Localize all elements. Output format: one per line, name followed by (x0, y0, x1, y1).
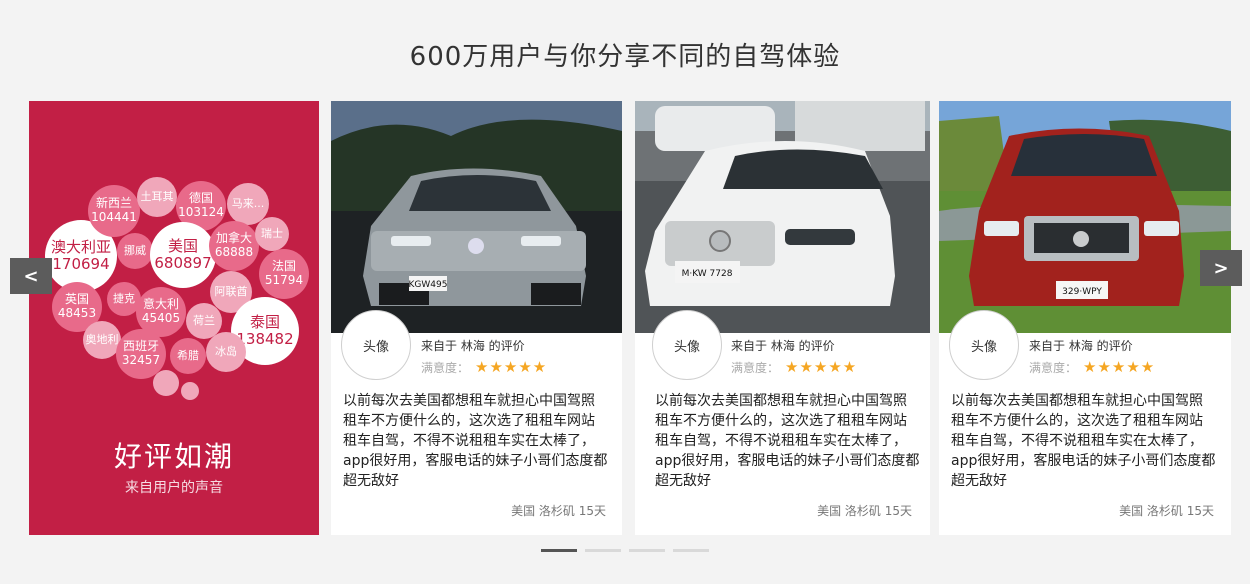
bubble-small-1 (153, 370, 179, 396)
review-card[interactable]: KGW495 头像 来自于 林海 的评价 满意度： ★★★★★ 以前每次去美国都… (331, 101, 622, 535)
pagination-dot[interactable] (629, 549, 665, 552)
star-icon: ★★★★★ (785, 358, 858, 376)
bubble-newzealand[interactable]: 新西兰 104441 (88, 185, 140, 237)
star-icon: ★★★★★ (1083, 358, 1156, 376)
pagination-dot[interactable] (673, 549, 709, 552)
bubble-canada[interactable]: 加拿大 68888 (209, 221, 259, 271)
car-photo: KGW495 (331, 101, 622, 333)
carousel-prev-button[interactable]: < (10, 258, 52, 294)
promo-panel: 澳大利亚 170694 新西兰 104441 土耳其 德国 103124 马来... … (29, 101, 319, 535)
avatar[interactable]: 头像 (949, 310, 1019, 380)
car-photo: M·KW 7728 (635, 101, 930, 333)
promo-subtitle: 来自用户的声音 (125, 480, 223, 496)
bubble-small-2 (181, 382, 199, 400)
review-text: 以前每次去美国都想租车就担心中国驾照 租车不方便什么的，这次选了租租车网站 租车… (343, 393, 608, 489)
review-text: 以前每次去美国都想租车就担心中国驾照 租车不方便什么的，这次选了租租车网站 租车… (951, 393, 1216, 489)
review-location: 美国 洛杉矶 15天 (817, 504, 912, 518)
rating-row: 满意度： ★★★★★ (421, 358, 547, 376)
review-card[interactable]: M·KW 7728 头像 来自于 林海 的评价 满意度： ★★★★★ 以前每次去… (635, 101, 930, 535)
review-card[interactable]: 329·WPY 头像 来自于 林海 的评价 满意度： ★★★★★ 以前每次去美国… (939, 101, 1231, 535)
rating-row: 满意度： ★★★★★ (1029, 358, 1155, 376)
chevron-left-icon: < (23, 265, 39, 287)
promo-title: 好评如潮 (113, 440, 234, 473)
bubble-turkey[interactable]: 土耳其 (137, 177, 177, 217)
rating-label: 满意度： (1029, 360, 1078, 375)
bubble-switzerland[interactable]: 瑞士 (255, 217, 289, 251)
car-photo: 329·WPY (939, 101, 1231, 333)
review-location: 美国 洛杉矶 15天 (1119, 504, 1214, 518)
review-author: 来自于 林海 的评价 (731, 339, 835, 353)
carousel-pagination (541, 549, 709, 552)
carousel-next-button[interactable]: > (1200, 250, 1242, 286)
rating-label: 满意度： (731, 360, 780, 375)
star-icon: ★★★★★ (475, 358, 548, 376)
avatar[interactable]: 头像 (341, 310, 411, 380)
rating-row: 满意度： ★★★★★ (731, 358, 857, 376)
review-location: 美国 洛杉矶 15天 (511, 504, 606, 518)
review-author: 来自于 林海 的评价 (1029, 339, 1133, 353)
rating-label: 满意度： (421, 360, 470, 375)
bubble-greece[interactable]: 希腊 (170, 338, 206, 374)
bubble-usa[interactable]: 美国 680897 (150, 222, 216, 288)
bubble-norway[interactable]: 挪威 (117, 233, 153, 269)
license-plate: KGW495 (409, 280, 448, 290)
review-author: 来自于 林海 的评价 (421, 339, 525, 353)
bubble-france[interactable]: 法国 51794 (259, 249, 309, 299)
chevron-right-icon: > (1213, 257, 1229, 279)
avatar[interactable]: 头像 (652, 310, 722, 380)
bubble-iceland[interactable]: 冰岛 (206, 332, 246, 372)
pagination-dot[interactable] (541, 549, 577, 552)
section-title: 600万用户与你分享不同的自驾体验 (409, 42, 841, 72)
license-plate: M·KW 7728 (682, 269, 733, 279)
review-text: 以前每次去美国都想租车就担心中国驾照 租车不方便什么的，这次选了租租车网站 租车… (655, 393, 920, 489)
pagination-dot[interactable] (585, 549, 621, 552)
license-plate: 329·WPY (1062, 287, 1102, 297)
